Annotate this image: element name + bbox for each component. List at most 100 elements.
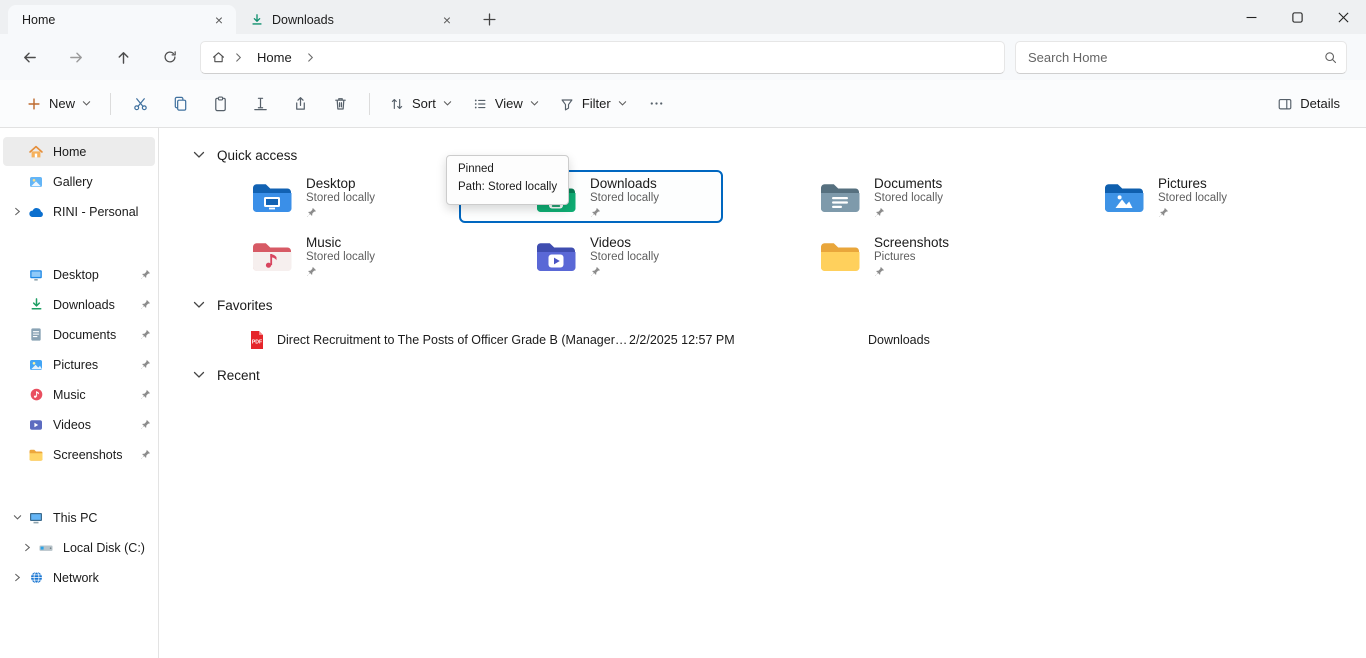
- chevron-down-icon: [530, 100, 539, 107]
- filter-button[interactable]: Filter: [549, 87, 637, 121]
- sidebar-item-home[interactable]: Home: [3, 137, 155, 166]
- tooltip: Pinned Path: Stored locally: [446, 155, 569, 205]
- tab-close-icon[interactable]: ×: [436, 9, 458, 31]
- window-body: Home Gallery RINI - Personal: [0, 128, 1366, 658]
- desktop-folder-icon: [251, 180, 293, 214]
- file-name: Direct Recruitment to The Posts of Offic…: [277, 333, 629, 347]
- more-options-button[interactable]: [637, 87, 677, 121]
- music-folder-icon: [251, 239, 293, 273]
- chevron-right-icon[interactable]: [7, 207, 27, 216]
- cut-button[interactable]: [120, 87, 160, 121]
- titlebar: Home × Downloads ×: [0, 0, 1366, 34]
- copy-button[interactable]: [160, 87, 200, 121]
- section-recent[interactable]: Recent: [159, 364, 1366, 386]
- sort-arrows-icon: [389, 96, 405, 112]
- plus-icon: [483, 13, 496, 26]
- tab-close-icon[interactable]: ×: [208, 9, 230, 31]
- sidebar-item-pictures[interactable]: Pictures: [3, 350, 155, 379]
- tab-label: Home: [22, 13, 200, 27]
- tile-desktop[interactable]: Desktop Stored locally: [175, 170, 439, 223]
- desktop-monitor-icon: [27, 267, 45, 283]
- maximize-button[interactable]: [1274, 0, 1320, 34]
- music-note-icon: [27, 387, 45, 403]
- new-tab-button[interactable]: [474, 5, 504, 34]
- sidebar-item-music[interactable]: Music: [3, 380, 155, 409]
- new-label: New: [49, 96, 75, 111]
- scissors-icon: [132, 95, 149, 112]
- tab-downloads[interactable]: Downloads ×: [236, 5, 464, 34]
- pin-icon: [138, 329, 153, 340]
- sidebar-item-onedrive[interactable]: RINI - Personal: [3, 197, 155, 226]
- chevron-down-icon[interactable]: [193, 371, 205, 379]
- chevron-down-icon[interactable]: [193, 301, 205, 309]
- breadcrumb-home[interactable]: Home: [251, 48, 298, 67]
- search-icon[interactable]: [1323, 50, 1338, 65]
- rename-icon: [252, 95, 269, 112]
- tile-music[interactable]: Music Stored locally: [175, 229, 439, 282]
- chevron-right-icon: [306, 52, 315, 63]
- share-button[interactable]: [280, 87, 320, 121]
- download-icon: [27, 297, 45, 313]
- arrow-right-icon: [68, 49, 85, 66]
- section-favorites[interactable]: Favorites: [159, 294, 1366, 316]
- new-button[interactable]: New: [16, 87, 101, 121]
- tab-label: Downloads: [272, 13, 428, 27]
- sidebar-item-this-pc[interactable]: This PC: [3, 503, 155, 532]
- delete-button[interactable]: [320, 87, 360, 121]
- sidebar-item-desktop[interactable]: Desktop: [3, 260, 155, 289]
- favorite-file-row[interactable]: PDF Direct Recruitment to The Posts of O…: [159, 324, 1366, 356]
- sidebar-item-network[interactable]: Network: [3, 563, 155, 592]
- tile-subtitle: Stored locally: [590, 192, 659, 205]
- gallery-icon: [27, 174, 45, 190]
- close-button[interactable]: [1320, 0, 1366, 34]
- home-icon[interactable]: [211, 50, 226, 65]
- sidebar-item-label: This PC: [53, 511, 153, 525]
- tile-subtitle: Pictures: [874, 251, 949, 264]
- sidebar-item-videos[interactable]: Videos: [3, 410, 155, 439]
- address-bar[interactable]: Home: [200, 41, 1005, 74]
- pin-icon: [138, 359, 153, 370]
- pin-icon: [874, 266, 949, 277]
- sidebar-item-screenshots[interactable]: Screenshots: [3, 440, 155, 469]
- document-icon: [27, 327, 45, 343]
- trash-icon: [332, 95, 349, 112]
- toolbar-divider: [369, 93, 370, 115]
- minimize-button[interactable]: [1228, 0, 1274, 34]
- video-icon: [27, 417, 45, 433]
- back-button[interactable]: [12, 40, 46, 74]
- tab-home[interactable]: Home ×: [8, 5, 236, 34]
- tile-title: Downloads: [590, 176, 659, 191]
- up-button[interactable]: [106, 40, 140, 74]
- toolbar-divider: [110, 93, 111, 115]
- sidebar-item-gallery[interactable]: Gallery: [3, 167, 155, 196]
- view-button[interactable]: View: [462, 87, 549, 121]
- sidebar-item-local-disk-c[interactable]: Local Disk (C:): [13, 533, 155, 562]
- tooltip-path: Path: Stored locally: [458, 179, 557, 197]
- share-icon: [292, 95, 309, 112]
- tile-videos[interactable]: Videos Stored locally: [459, 229, 723, 282]
- search-input[interactable]: [1028, 50, 1323, 65]
- sidebar-item-label: Home: [53, 145, 153, 159]
- sidebar-item-label: Pictures: [53, 358, 138, 372]
- tile-screenshots[interactable]: Screenshots Pictures: [743, 229, 1007, 282]
- chevron-down-icon[interactable]: [7, 513, 27, 522]
- rename-button[interactable]: [240, 87, 280, 121]
- tile-pictures[interactable]: Pictures Stored locally: [1027, 170, 1291, 223]
- sidebar-item-label: Network: [53, 571, 153, 585]
- refresh-button[interactable]: [153, 40, 187, 74]
- chevron-down-icon[interactable]: [193, 151, 205, 159]
- sidebar-item-downloads[interactable]: Downloads: [3, 290, 155, 319]
- section-quick-access[interactable]: Quick access: [159, 144, 1366, 166]
- sort-button[interactable]: Sort: [379, 87, 462, 121]
- list-view-icon: [472, 96, 488, 112]
- paste-button[interactable]: [200, 87, 240, 121]
- computer-icon: [27, 510, 45, 526]
- disk-drive-icon: [37, 540, 55, 556]
- tile-documents[interactable]: Documents Stored locally: [743, 170, 1007, 223]
- download-icon: [250, 13, 264, 27]
- sidebar-item-documents[interactable]: Documents: [3, 320, 155, 349]
- forward-button[interactable]: [59, 40, 93, 74]
- details-button[interactable]: Details: [1267, 87, 1350, 121]
- chevron-right-icon[interactable]: [7, 573, 27, 582]
- chevron-right-icon[interactable]: [17, 543, 37, 552]
